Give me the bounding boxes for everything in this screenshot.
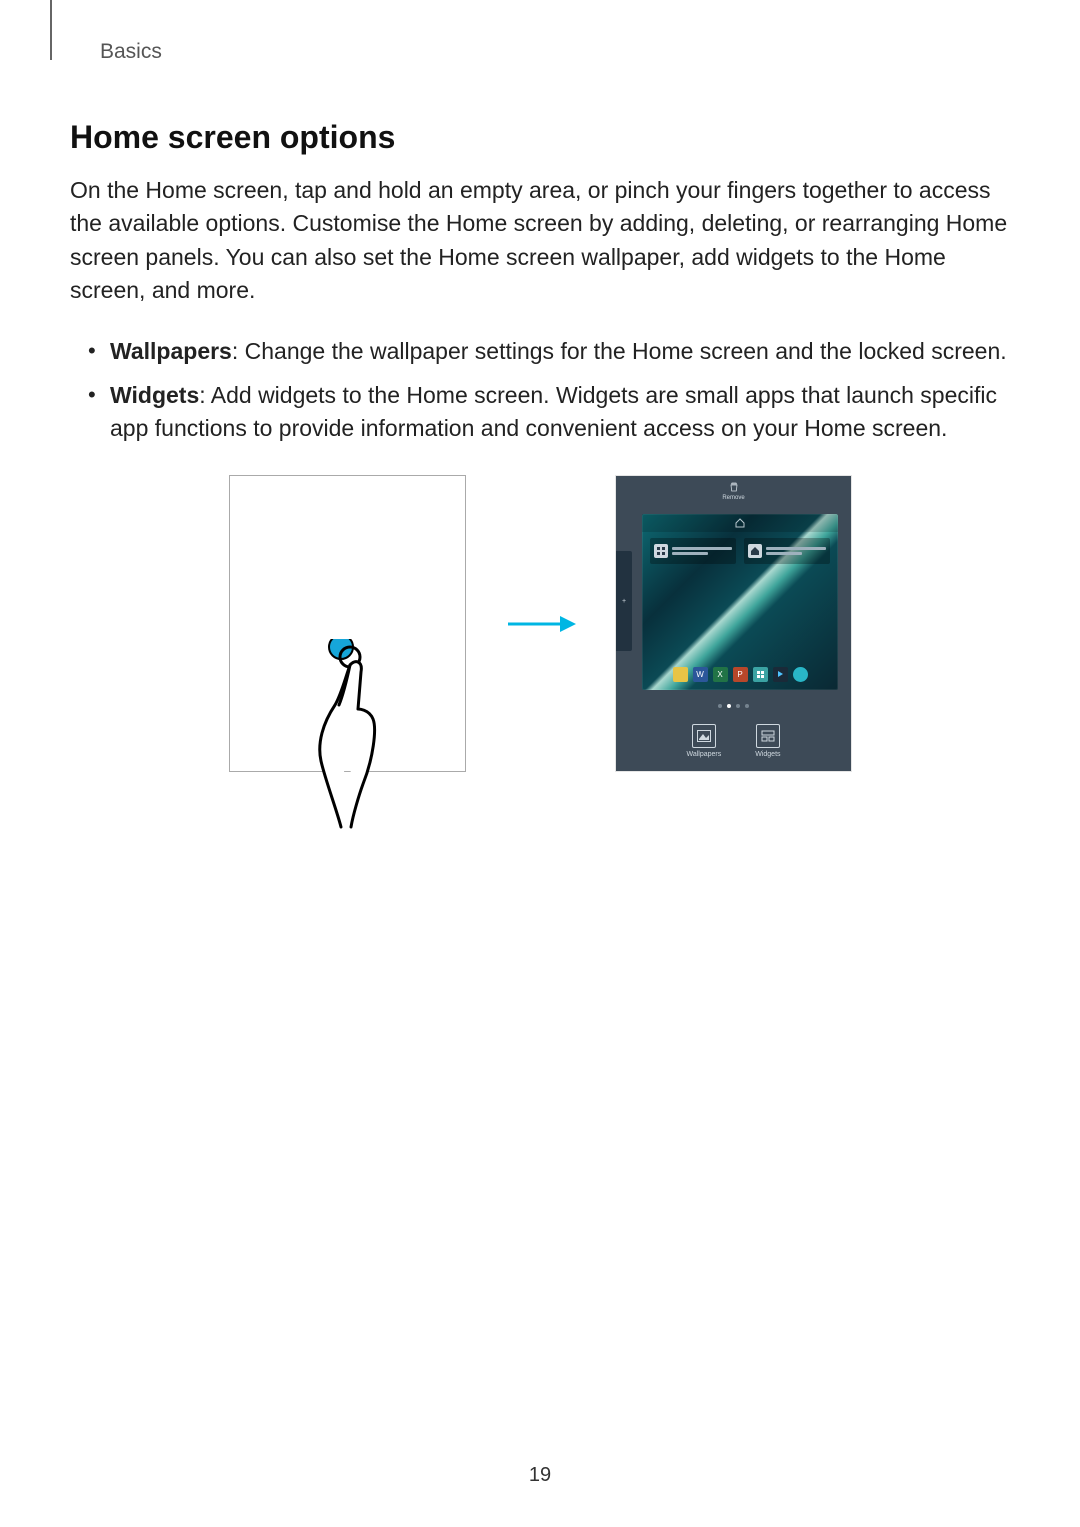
dock-app-icon: [793, 667, 808, 682]
dock-app-icon: W: [693, 667, 708, 682]
panel-home-indicator: [642, 514, 838, 532]
panel-widgets-row: [650, 538, 830, 564]
grid-icon: [654, 544, 668, 558]
widgets-icon: [756, 724, 780, 748]
bullet-list: Wallpapers: Change the wallpaper setting…: [70, 335, 1010, 445]
arrow-icon: [506, 604, 576, 644]
figure-row: Remove +: [70, 475, 1010, 772]
widgets-label: Widgets: [755, 751, 780, 758]
home-icon: [748, 544, 762, 558]
bullet-term: Wallpapers: [110, 338, 232, 364]
dock-app-icon: X: [713, 667, 728, 682]
edit-bottom-bar: Wallpapers Widgets: [616, 712, 851, 770]
dock-app-icon: [773, 667, 788, 682]
widgets-button: Widgets: [755, 724, 780, 758]
picture-icon: [692, 724, 716, 748]
dock-app-icon: [673, 667, 688, 682]
trash-icon: [729, 482, 739, 495]
page-indicator: [616, 700, 851, 712]
remove-label: Remove: [722, 495, 744, 501]
bullet-desc: : Change the wallpaper settings for the …: [232, 338, 1007, 364]
panel-main: W X P: [642, 514, 838, 690]
panel-zone: +: [616, 506, 851, 696]
panel-prev: +: [616, 551, 632, 651]
bullet-desc: : Add widgets to the Home screen. Widget…: [110, 382, 997, 441]
wallpapers-label: Wallpapers: [686, 751, 721, 758]
breadcrumb: Basics: [100, 40, 1010, 64]
plus-icon: +: [622, 598, 626, 605]
list-item: Widgets: Add widgets to the Home screen.…: [70, 379, 1010, 446]
remove-target: Remove: [616, 476, 851, 506]
dock-app-icon: P: [733, 667, 748, 682]
wallpapers-button: Wallpapers: [686, 724, 721, 758]
widget-preview: [650, 538, 736, 564]
figure-home-edit: Remove +: [616, 476, 851, 771]
hand-tap-icon: [303, 639, 393, 834]
dock: W X P: [648, 664, 832, 684]
bullet-term: Widgets: [110, 382, 199, 408]
page-number: 19: [0, 1464, 1080, 1487]
top-margin-rule: [50, 0, 52, 60]
section-heading: Home screen options: [70, 119, 1010, 156]
figure-tap-hold: [229, 475, 466, 772]
section-intro: On the Home screen, tap and hold an empt…: [70, 174, 1010, 307]
list-item: Wallpapers: Change the wallpaper setting…: [70, 335, 1010, 368]
dock-app-icon: [753, 667, 768, 682]
home-icon: [735, 518, 745, 528]
widget-preview: [744, 538, 830, 564]
